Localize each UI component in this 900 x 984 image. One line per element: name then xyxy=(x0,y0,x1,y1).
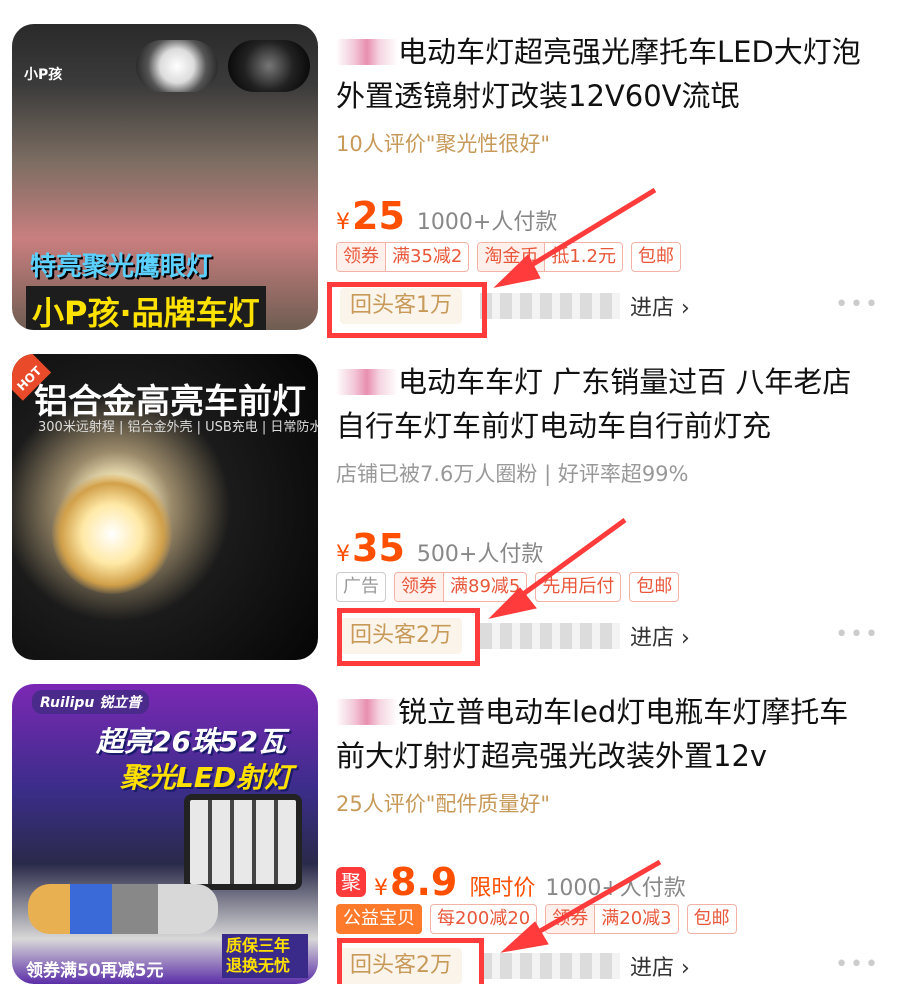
price: 25 xyxy=(352,194,405,238)
free-shipping-tag: 包邮 xyxy=(686,904,737,934)
ju-badge: 聚 xyxy=(336,867,366,897)
currency-symbol: ¥ xyxy=(336,542,350,567)
spotlight-image xyxy=(184,794,302,890)
product-title[interactable]: 锐立普电动车led灯电瓶车灯摩托车前大灯射灯超亮强光改装外置12v xyxy=(336,690,876,778)
coupon-tag[interactable]: 领券 满35减2 xyxy=(336,242,470,272)
coupon-tag[interactable]: 领券 满20减3 xyxy=(545,904,679,934)
promo-tags: 广告 领券 满89减5 先用后付 包邮 xyxy=(336,572,680,602)
product-title[interactable]: 电动车车灯 广东销量过百 八年老店自行车灯车前灯电动车自行前灯充 xyxy=(336,360,876,448)
lamp-variants-image xyxy=(28,884,218,934)
pay-later-tag: 先用后付 xyxy=(535,572,622,602)
product-image[interactable]: Ruilipu 锐立普 超亮26珠52瓦 聚光LED射灯 质保三年 退换无忧 领… xyxy=(12,684,318,984)
product-image[interactable]: 小P孩 特亮聚光鹰眼灯 小P孩·品牌车灯 xyxy=(12,24,318,330)
headlight-image xyxy=(136,40,218,92)
image-caption: 聚光LED射灯 xyxy=(120,761,293,794)
more-icon[interactable]: ••• xyxy=(835,622,880,647)
enter-shop-link[interactable]: 进店 › xyxy=(630,950,690,982)
sales-count: 1000+人付款 xyxy=(416,210,558,235)
price-row: ¥ 35 500+人付款 xyxy=(336,526,543,570)
image-caption: 超亮26珠52瓦 xyxy=(96,725,286,758)
free-shipping-tag: 包邮 xyxy=(629,572,680,602)
blurred-shop-name xyxy=(480,623,620,649)
blurred-label xyxy=(336,39,398,65)
currency-symbol: ¥ xyxy=(336,210,350,235)
review-summary: 25人评价"配件质量好" xyxy=(336,792,551,816)
discount-tag: 每200减20 xyxy=(430,904,538,934)
highlight-box xyxy=(337,608,480,666)
currency-symbol: ¥ xyxy=(374,876,388,901)
warranty-caption: 质保三年 退换无忧 xyxy=(222,934,308,978)
product-title[interactable]: 电动车灯超亮强光摩托车LED大灯泡 外置透镜射灯改装12V60V流氓 xyxy=(336,30,876,118)
coupon-caption: 领券满50再减5元 xyxy=(26,961,164,981)
limited-price-label: 限时价 xyxy=(469,876,536,901)
product-card-3[interactable]: Ruilipu 锐立普 超亮26珠52瓦 聚光LED射灯 质保三年 退换无忧 领… xyxy=(0,670,900,984)
brand-logo: 小P孩 xyxy=(24,67,63,83)
ad-tag: 广告 xyxy=(336,572,386,602)
image-subcaption: 300米远射程 | 铝合金外壳 | USB充电 | 日常防水 xyxy=(38,420,318,435)
promo-tags: 公益宝贝 每200减20 领券 满20减3 包邮 xyxy=(336,904,737,934)
brand-logo: Ruilipu 锐立普 xyxy=(32,690,150,714)
headlight-image xyxy=(228,40,310,92)
coupon-tag[interactable]: 领券 满89减5 xyxy=(394,572,528,602)
enter-shop-link[interactable]: 进店 › xyxy=(630,620,690,652)
blurred-shop-name xyxy=(480,953,620,979)
shop-summary: 店铺已被7.6万人圈粉 | 好评率超99% xyxy=(336,462,689,486)
highlight-box xyxy=(327,282,487,338)
coin-tag[interactable]: 淘金币 抵1.2元 xyxy=(477,242,623,272)
headlight-image xyxy=(52,474,172,594)
image-caption: 特亮聚光鹰眼灯 xyxy=(30,252,213,282)
blurred-shop-name xyxy=(480,293,620,319)
promo-tags: 领券 满35减2 淘金币 抵1.2元 包邮 xyxy=(336,242,681,272)
price-row: 聚 ¥ 8.9 限时价 1000+人付款 xyxy=(336,860,686,904)
sales-count: 1000+人付款 xyxy=(545,876,686,901)
price: 35 xyxy=(352,526,405,570)
enter-shop-link[interactable]: 进店 › xyxy=(630,290,690,322)
free-shipping-tag: 包邮 xyxy=(631,242,681,272)
sales-count: 500+人付款 xyxy=(416,542,544,567)
blurred-label xyxy=(336,369,398,395)
price-row: ¥ 25 1000+人付款 xyxy=(336,194,557,238)
price: 8.9 xyxy=(390,860,458,904)
image-caption: 小P孩·品牌车灯 xyxy=(26,286,266,330)
more-icon[interactable]: ••• xyxy=(835,292,880,317)
more-icon[interactable]: ••• xyxy=(835,952,880,977)
charity-tag: 公益宝贝 xyxy=(336,904,422,934)
product-image[interactable]: HOT 铝合金高亮车前灯 300米远射程 | 铝合金外壳 | USB充电 | 日… xyxy=(12,354,318,660)
highlight-box xyxy=(337,938,484,984)
blurred-label xyxy=(336,699,398,725)
review-summary: 10人评价"聚光性很好" xyxy=(336,132,551,156)
